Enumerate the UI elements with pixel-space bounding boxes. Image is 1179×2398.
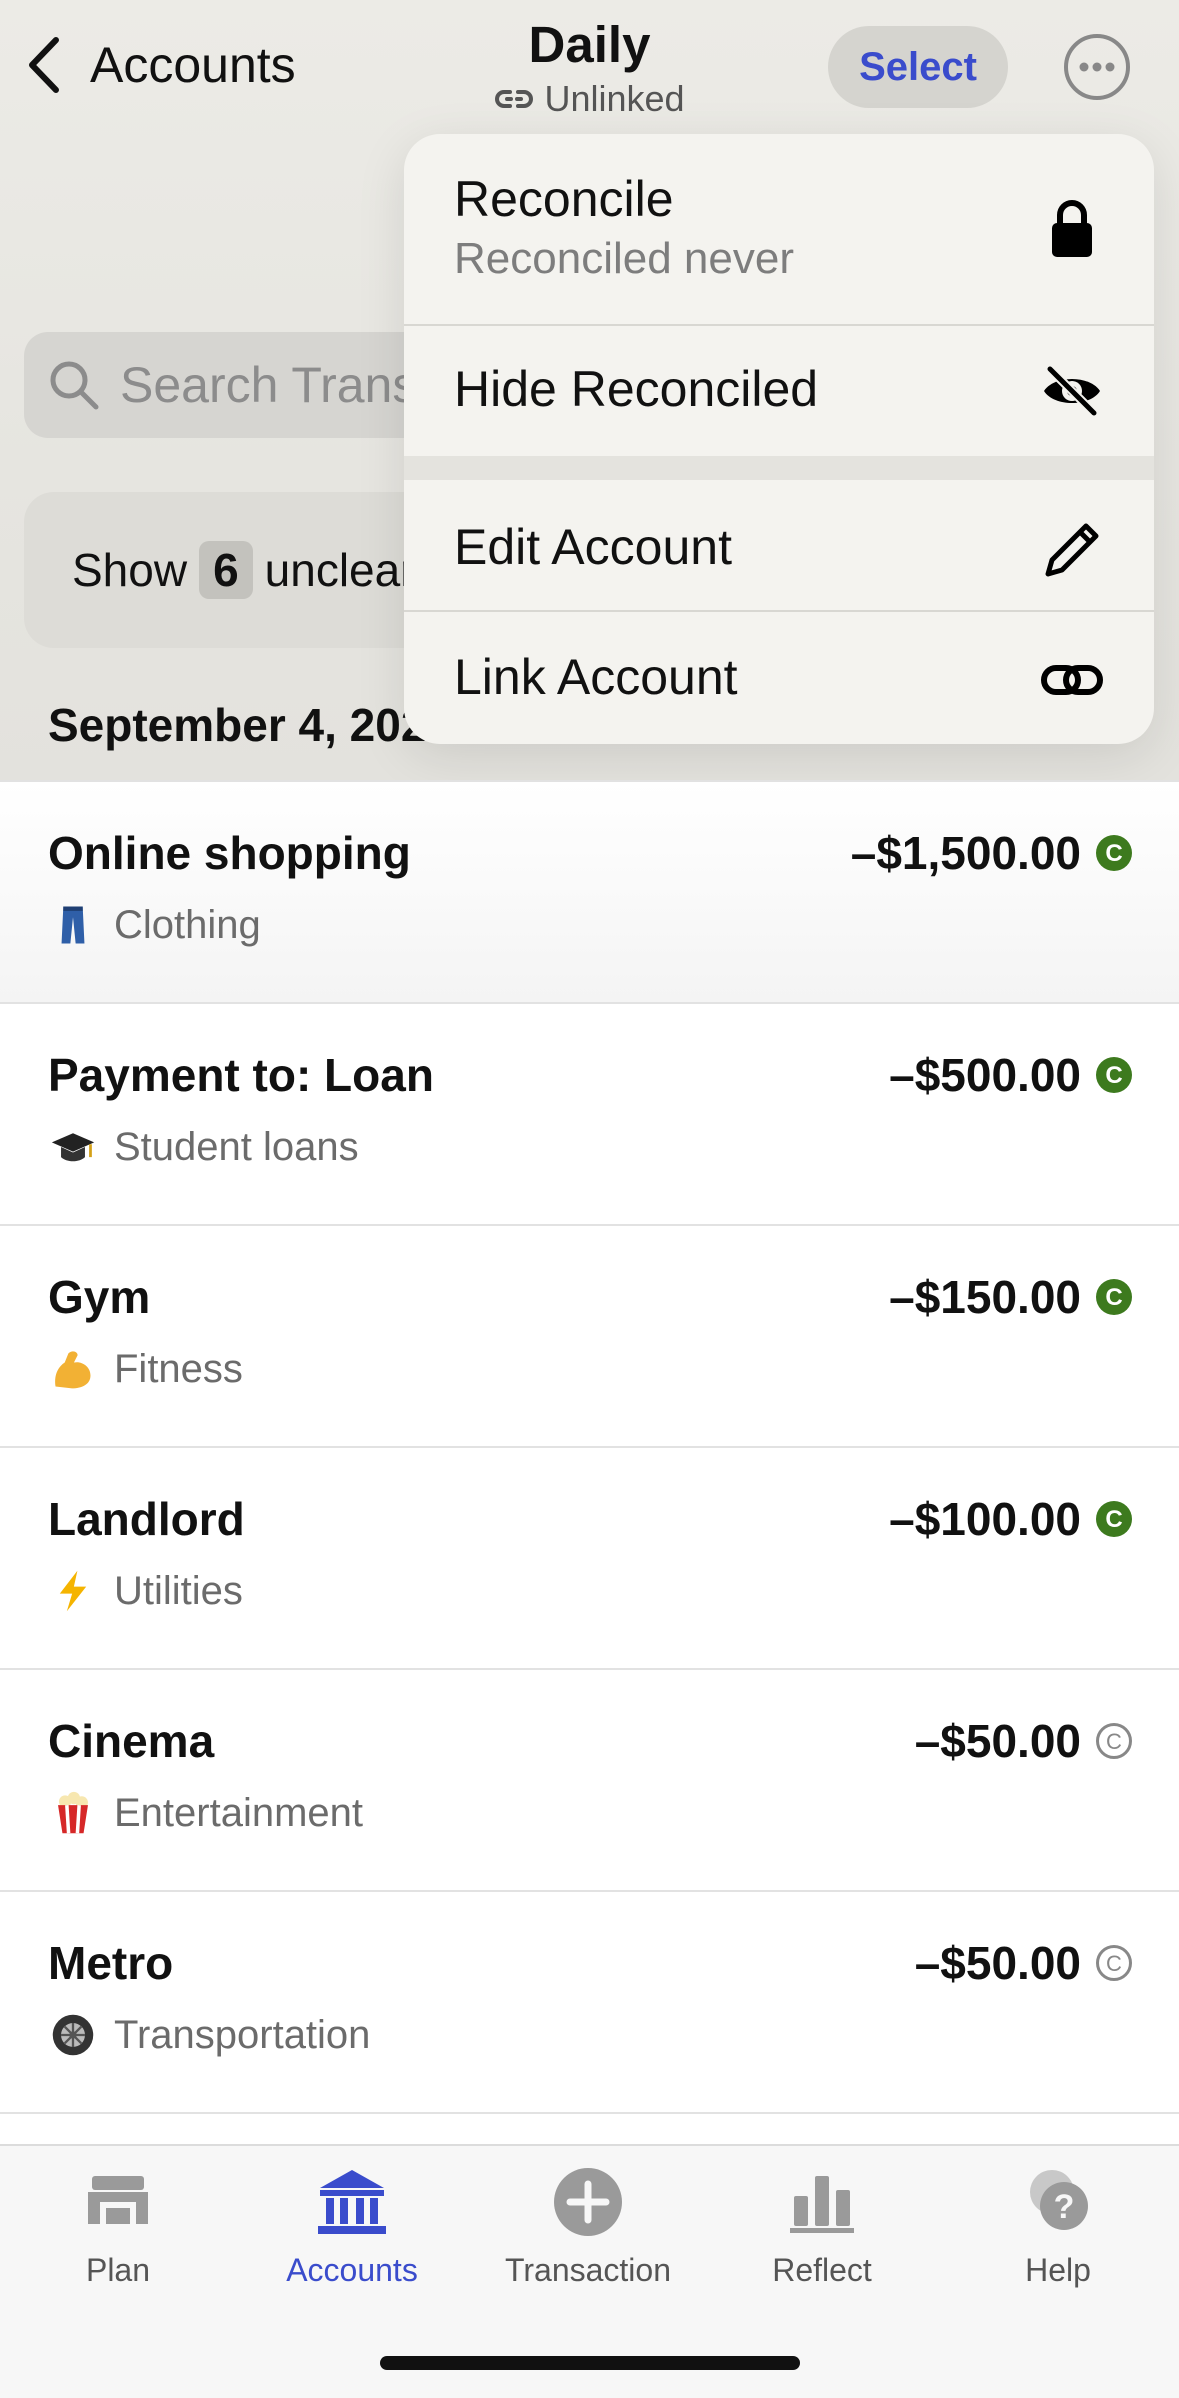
transaction-amount: –$500.00 (889, 1049, 1081, 1101)
category-label: Student loans (114, 1124, 359, 1169)
tab-label: Transaction (505, 2252, 671, 2288)
category-label: Entertainment (114, 1790, 364, 1835)
tab-transaction[interactable]: Transaction (488, 2162, 688, 2289)
category-label: Transportation (114, 2012, 371, 2057)
select-button[interactable]: Select (828, 26, 1008, 108)
search-placeholder: Search Trans (120, 357, 418, 413)
add-circle-icon (554, 2168, 622, 2236)
search-icon (50, 361, 99, 410)
link-account-label: Link Account (454, 649, 738, 705)
uncleared-icon[interactable]: C (1095, 1944, 1133, 1982)
transaction-row[interactable]: Cinema Entertainment –$50.00 C (0, 1668, 1179, 1892)
svg-text:C: C (1105, 1284, 1122, 1311)
cleared-icon[interactable]: C (1095, 1056, 1133, 1094)
svg-text:?: ? (1054, 2188, 1075, 2226)
reconcile-status: Reconciled never (454, 234, 794, 283)
more-options-icon[interactable] (1062, 32, 1132, 102)
tab-plan[interactable]: Plan (18, 2162, 218, 2289)
transaction-amount: –$50.00 (914, 1937, 1081, 1989)
category-label: Utilities (114, 1568, 243, 1613)
help-icon: ? (1030, 2170, 1088, 2230)
transaction-name: Landlord (48, 1493, 245, 1545)
cleared-icon[interactable]: C (1095, 1500, 1133, 1538)
transaction-category: Clothing (48, 900, 261, 950)
tab-label: Reflect (772, 2252, 872, 2288)
unclear-prefix: Show (72, 544, 188, 596)
jeans-icon (48, 900, 98, 950)
hide-reconciled-label: Hide Reconciled (454, 361, 819, 417)
bank-icon (318, 2170, 386, 2234)
svg-text:C: C (1105, 1506, 1122, 1533)
transaction-category: Fitness (48, 1344, 243, 1394)
transaction-name: Cinema (48, 1715, 215, 1767)
transaction-category: Entertainment (48, 1788, 363, 1838)
transaction-name: Metro (48, 1937, 174, 1989)
unlinked-icon (495, 90, 534, 108)
tab-help[interactable]: ? Help (958, 2162, 1158, 2289)
pencil-icon (1045, 523, 1099, 577)
link-icon (1041, 665, 1103, 695)
svg-text:C: C (1106, 1729, 1122, 1754)
tab-label: Accounts (286, 2252, 418, 2288)
tab-reflect[interactable]: Reflect (722, 2162, 922, 2289)
transaction-row[interactable]: Payment to: Loan Student loans –$500.00 … (0, 1002, 1179, 1226)
menu-item-edit-account[interactable]: Edit Account (404, 480, 1154, 610)
eye-slash-icon (1044, 365, 1100, 417)
plan-icon (88, 2176, 148, 2224)
svg-text:C: C (1106, 1951, 1122, 1976)
transaction-name: Payment to: Loan (48, 1049, 434, 1101)
transaction-amount: –$1,500.00 (850, 827, 1081, 879)
account-options-menu: Reconcile Reconciled never Hide Reconcil… (404, 134, 1154, 744)
transaction-row[interactable]: Metro Transportation –$50.00 C (0, 1890, 1179, 2114)
transaction-category: Transportation (48, 2010, 370, 2060)
reconcile-label: Reconcile (454, 171, 674, 227)
lightning-icon (48, 1566, 98, 1616)
svg-text:C: C (1105, 840, 1122, 867)
tab-label: Help (1025, 2252, 1091, 2288)
menu-item-hide-reconciled[interactable]: Hide Reconciled (404, 326, 1154, 456)
category-label: Clothing (114, 902, 261, 947)
wheel-icon (48, 2010, 98, 2060)
cleared-icon[interactable]: C (1095, 1278, 1133, 1316)
menu-section-gap (404, 456, 1154, 480)
transaction-category: Utilities (48, 1566, 243, 1616)
unclear-count-badge: 6 (199, 541, 253, 599)
unclear-suffix: unclear (264, 544, 416, 596)
transaction-amount: –$150.00 (889, 1271, 1081, 1323)
transaction-row[interactable]: Gym Fitness –$150.00 C (0, 1224, 1179, 1448)
transaction-row[interactable]: Landlord Utilities –$100.00 C (0, 1446, 1179, 1670)
transaction-amount: –$100.00 (889, 1493, 1081, 1545)
svg-text:C: C (1105, 1062, 1122, 1089)
popcorn-icon (48, 1788, 98, 1838)
edit-account-label: Edit Account (454, 519, 732, 575)
lock-icon (1052, 200, 1092, 257)
bar-chart-icon (790, 2176, 854, 2233)
menu-item-link-account[interactable]: Link Account (404, 612, 1154, 744)
graduation-cap-icon (48, 1122, 98, 1172)
transaction-name: Gym (48, 1271, 151, 1323)
date-header: September 4, 2025 (48, 699, 453, 751)
transaction-name: Online shopping (48, 827, 411, 879)
link-status-label: Unlinked (544, 78, 685, 119)
transaction-row[interactable]: Online shopping Clothing –$1,500.00 C (0, 780, 1179, 1004)
transaction-amount: –$50.00 (914, 1715, 1081, 1767)
cleared-icon[interactable]: C (1095, 834, 1133, 872)
flexed-biceps-icon (48, 1344, 98, 1394)
tab-accounts[interactable]: Accounts (252, 2162, 452, 2289)
uncleared-icon[interactable]: C (1095, 1722, 1133, 1760)
tab-label: Plan (85, 2252, 151, 2288)
menu-item-reconcile[interactable]: Reconcile Reconciled never (404, 134, 1154, 324)
home-indicator (380, 2356, 800, 2370)
transaction-category: Student loans (48, 1122, 359, 1172)
category-label: Fitness (114, 1346, 243, 1391)
